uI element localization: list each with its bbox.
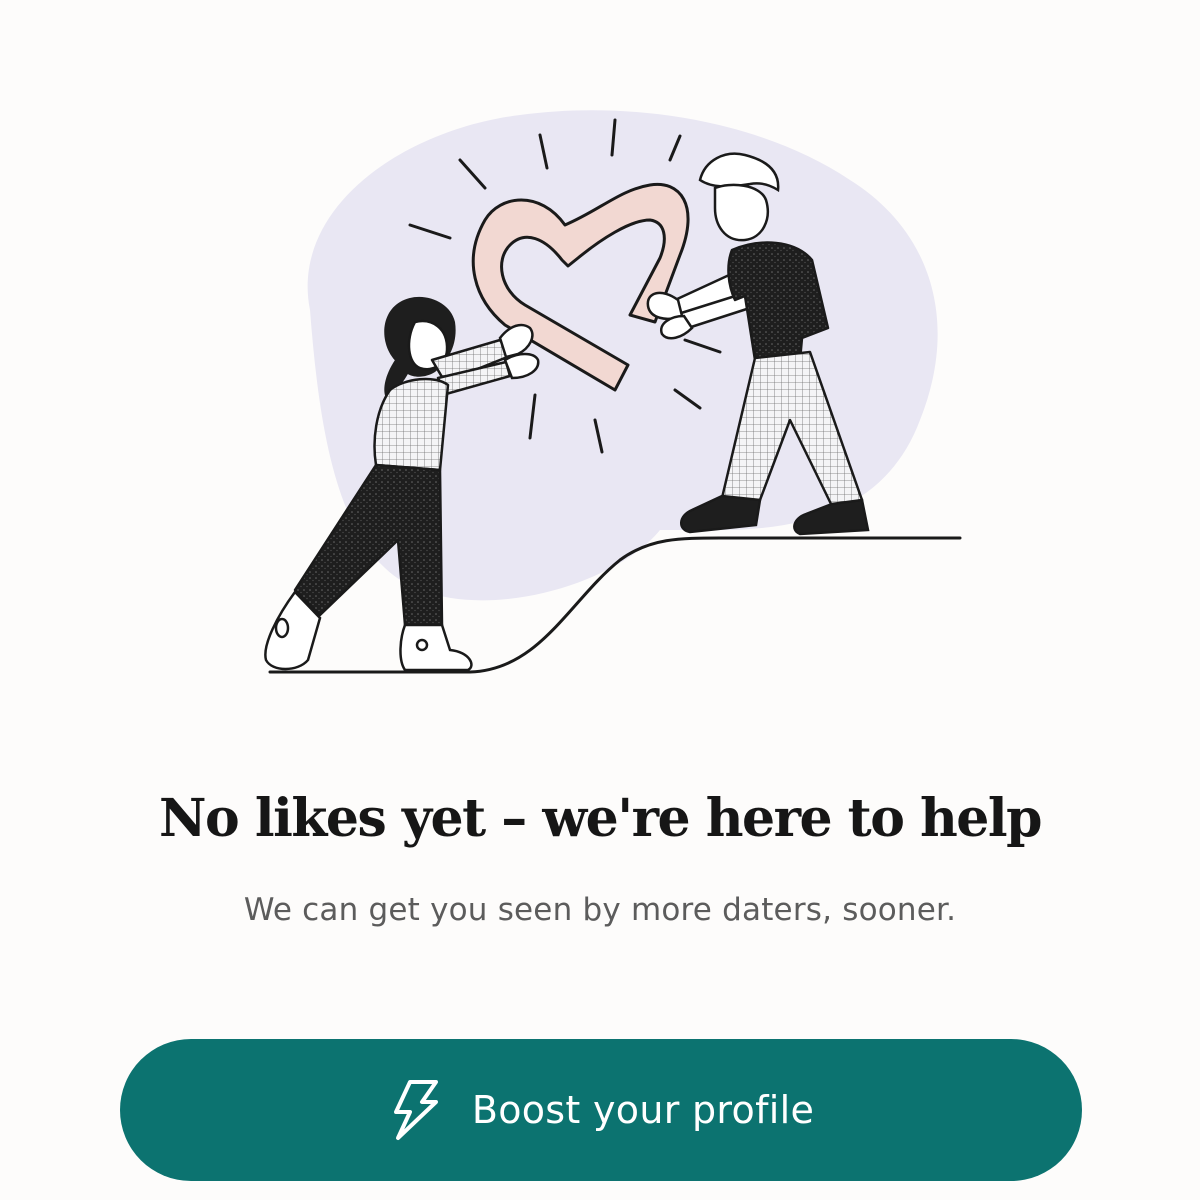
boost-profile-button[interactable]: Boost your profile (120, 1039, 1082, 1181)
lightning-bolt-icon (388, 1078, 444, 1142)
empty-state-title: No likes yet – we're here to help (159, 788, 1042, 849)
empty-state-subtitle: We can get you seen by more daters, soon… (243, 892, 957, 928)
boost-profile-label: Boost your profile (471, 1088, 815, 1132)
likes-empty-state-screen: No likes yet – we're here to help We can… (0, 0, 1200, 1200)
two-people-holding-heart-illustration (200, 60, 1000, 740)
